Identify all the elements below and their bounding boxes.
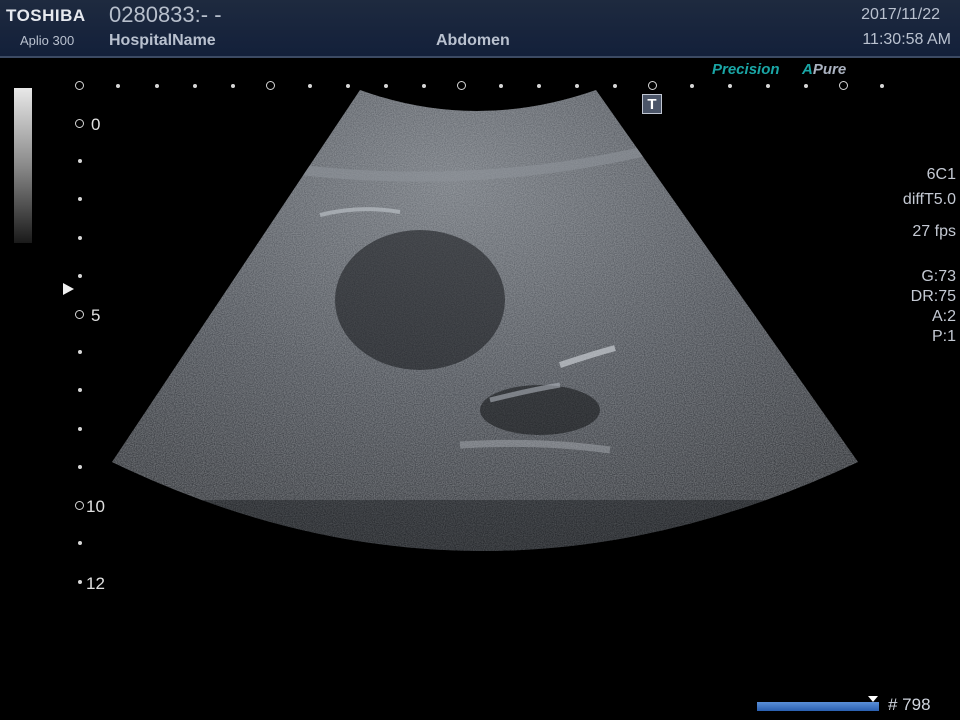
lateral-tick bbox=[880, 84, 884, 88]
focus-marker-icon[interactable] bbox=[63, 283, 74, 295]
depth-tick bbox=[78, 159, 82, 163]
depth-marker bbox=[75, 119, 84, 128]
frame-number: # 798 bbox=[888, 695, 931, 714]
lateral-tick bbox=[499, 84, 503, 88]
depth-marker bbox=[75, 501, 84, 510]
depth-label: 0 bbox=[91, 115, 101, 134]
lateral-tick bbox=[155, 84, 159, 88]
lateral-tick bbox=[766, 84, 770, 88]
dynamic-range-label: DR:75 bbox=[910, 288, 956, 305]
lateral-marker bbox=[648, 81, 657, 90]
depth-label: 12 bbox=[86, 574, 105, 593]
apure-label: APure bbox=[802, 61, 846, 78]
grayscale-bar bbox=[14, 88, 32, 243]
lateral-tick bbox=[422, 84, 426, 88]
depth-label: 5 bbox=[91, 306, 101, 325]
p-param-label: P:1 bbox=[931, 328, 956, 345]
depth-tick bbox=[78, 580, 82, 584]
lateral-tick bbox=[308, 84, 312, 88]
lateral-marker bbox=[457, 81, 466, 90]
lateral-tick bbox=[728, 84, 732, 88]
depth-marker bbox=[75, 310, 84, 319]
lateral-tick bbox=[804, 84, 808, 88]
depth-tick bbox=[78, 274, 82, 278]
depth-tick bbox=[78, 427, 82, 431]
lateral-tick bbox=[193, 84, 197, 88]
probe-label: 6C1 bbox=[926, 166, 956, 183]
lateral-tick bbox=[346, 84, 350, 88]
cine-progress-bar[interactable] bbox=[757, 702, 879, 711]
a-param-label: A:2 bbox=[931, 308, 956, 325]
lateral-tick bbox=[575, 84, 579, 88]
lateral-tick bbox=[690, 84, 694, 88]
fps-label: 27 fps bbox=[912, 223, 956, 240]
depth-tick bbox=[78, 350, 82, 354]
depth-tick bbox=[78, 465, 82, 469]
transducer-orientation-marker: T bbox=[642, 94, 662, 114]
mode-label: diffT5.0 bbox=[902, 191, 956, 208]
lateral-tick bbox=[384, 84, 388, 88]
apure-rest: Pure bbox=[812, 61, 847, 78]
cine-position-marker-icon[interactable] bbox=[867, 696, 878, 702]
lateral-marker bbox=[75, 81, 84, 90]
lateral-marker bbox=[839, 81, 848, 90]
lateral-tick bbox=[537, 84, 541, 88]
lateral-tick bbox=[231, 84, 235, 88]
lateral-tick bbox=[116, 84, 120, 88]
depth-tick bbox=[78, 236, 82, 240]
depth-tick bbox=[78, 388, 82, 392]
depth-tick bbox=[78, 541, 82, 545]
gain-label: G:73 bbox=[921, 268, 956, 285]
depth-tick bbox=[78, 197, 82, 201]
lateral-marker bbox=[266, 81, 275, 90]
precision-label: Precision bbox=[712, 61, 780, 78]
ultrasound-image bbox=[112, 90, 858, 551]
apure-a: A bbox=[802, 61, 813, 78]
lateral-tick bbox=[613, 84, 617, 88]
depth-label: 10 bbox=[86, 497, 105, 516]
